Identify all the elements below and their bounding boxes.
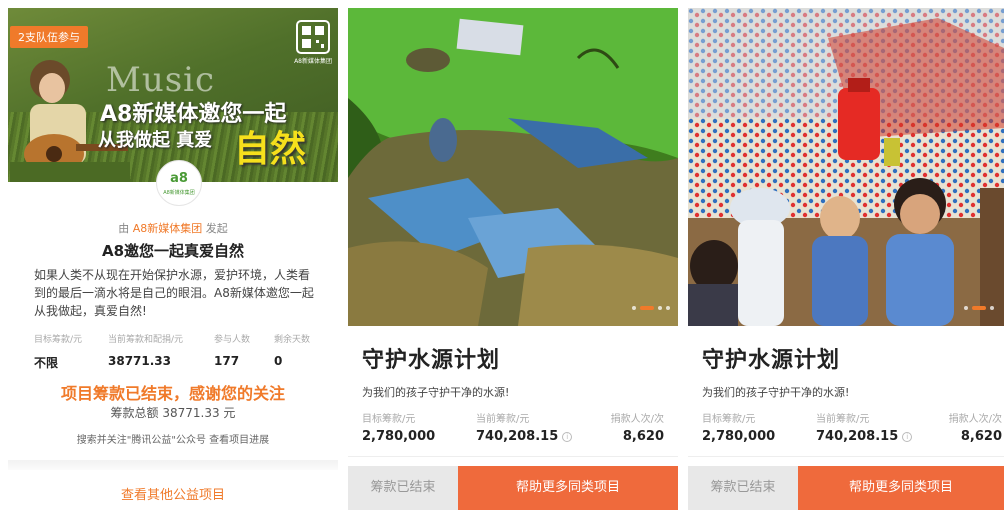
- stat-label: 捐款人次/次: [948, 414, 1002, 425]
- fundraising-ended-message: 项目筹款已结束，感谢您的关注: [60, 384, 285, 403]
- project-title: 守护水源计划: [362, 348, 501, 373]
- stat-label: 参与人数: [214, 335, 251, 345]
- avatar-logo-subtext: A8新媒体集团: [163, 190, 195, 196]
- info-icon[interactable]: i: [562, 432, 573, 442]
- children-bottles-photo[interactable]: [688, 8, 1004, 326]
- stat-target: 目标筹款/元 不限: [34, 332, 82, 371]
- stat-label: 当前筹款/元: [476, 414, 530, 425]
- info-icon[interactable]: i: [902, 432, 913, 442]
- carousel-dot-icon[interactable]: [972, 306, 986, 310]
- stat-value: 0: [274, 354, 283, 368]
- stat-raised: 740,208.15 i: [476, 429, 573, 444]
- project-panel-water-2: 守护水源计划 为我们的孩子守护干净的水源! 目标筹款/元 当前筹款/元 捐款人次…: [688, 0, 1004, 510]
- hero-headline-ziran: 自然: [234, 128, 307, 170]
- polluted-water-image: [348, 8, 678, 326]
- stat-label: 目标筹款/元: [362, 414, 416, 425]
- carousel-dot-icon[interactable]: [632, 306, 636, 310]
- hero-music-text: Music: [106, 60, 216, 100]
- stat-participants: 参与人数 177: [214, 332, 250, 368]
- children-bottle-art-image: [688, 8, 1004, 326]
- carousel-dot-icon[interactable]: [964, 306, 968, 310]
- section-divider: [8, 460, 338, 470]
- sponsor-prefix: 由: [118, 222, 130, 235]
- stat-raised: 当前筹款和配捐/元 38771.33: [108, 332, 183, 368]
- polluted-water-photo[interactable]: [348, 8, 678, 326]
- stat-target-value: 2,780,000: [362, 429, 436, 444]
- section-divider: [348, 456, 678, 457]
- stat-raised-value: 740,208.15: [816, 429, 899, 444]
- fundraising-ended-button[interactable]: 筹款已结束: [688, 466, 798, 510]
- avatar-logo-text: a8: [170, 171, 188, 186]
- carousel-dot-icon[interactable]: [666, 306, 670, 310]
- stat-label: 剩余天数: [274, 335, 311, 345]
- stat-label: 目标筹款/元: [34, 335, 83, 345]
- stat-label: 目标筹款/元: [702, 414, 756, 425]
- project-description: 如果人类不从现在开始保护水源，爱护环境，人类看到的最后一滴水将是自己的眼泪。A8…: [34, 268, 314, 318]
- project-subtitle: 为我们的孩子守护干净的水源!: [702, 386, 850, 399]
- stat-days-left: 剩余天数 0: [274, 332, 310, 368]
- team-count-badge: 2支队伍参与: [10, 26, 88, 48]
- stat-donors-value: 8,620: [960, 429, 1002, 444]
- stat-value: 177: [214, 354, 240, 368]
- help-more-projects-button[interactable]: 帮助更多同类项目: [458, 466, 678, 510]
- qr-code-icon: [296, 20, 330, 54]
- stats-row: 目标筹款/元 不限 当前筹款和配捐/元 38771.33 参与人数 177 剩余…: [34, 332, 324, 372]
- avatar: a8 A8新媒体集团: [156, 160, 202, 206]
- stat-raised: 740,208.15 i: [816, 429, 913, 444]
- follow-hint: 搜索并关注"腾讯公益"公众号 查看项目进展: [76, 435, 270, 446]
- project-title: A8邀您一起真爱自然: [101, 242, 245, 260]
- carousel-dot-icon[interactable]: [658, 306, 662, 310]
- stat-label: 当前筹款和配捐/元: [108, 335, 184, 345]
- hero-headline-2: 从我做起 真爱: [98, 130, 213, 151]
- carousel-dot-icon[interactable]: [640, 306, 654, 310]
- fundraising-total: 筹款总额 38771.33 元: [110, 406, 236, 420]
- stat-donors-value: 8,620: [622, 429, 664, 444]
- hero-banner: 2支队伍参与 A8新媒体集团 Music A8新媒体邀您一起 从我做起 真爱 自…: [8, 8, 338, 182]
- sponsor-suffix: 发起: [205, 222, 228, 235]
- stat-label: 当前筹款/元: [816, 414, 870, 425]
- fundraising-ended-button[interactable]: 筹款已结束: [348, 466, 458, 510]
- project-subtitle: 为我们的孩子守护干净的水源!: [362, 386, 510, 399]
- stat-value: 不限: [34, 356, 59, 370]
- section-divider: [688, 456, 1004, 457]
- sponsor-line: 由 A8新媒体集团 发起: [8, 220, 338, 236]
- more-projects-link[interactable]: 查看其他公益项目: [8, 484, 338, 503]
- stat-target-value: 2,780,000: [702, 429, 776, 444]
- project-panel-a8: 2支队伍参与 A8新媒体集团 Music A8新媒体邀您一起 从我做起 真爱 自…: [8, 0, 338, 510]
- qr-caption: A8新媒体集团: [294, 58, 332, 65]
- project-title: 守护水源计划: [702, 348, 841, 373]
- stat-label: 捐款人次/次: [610, 414, 664, 425]
- carousel-dot-icon[interactable]: [990, 306, 994, 310]
- stat-raised-value: 740,208.15: [476, 429, 559, 444]
- help-more-projects-button[interactable]: 帮助更多同类项目: [798, 466, 1004, 510]
- sponsor-org-link[interactable]: A8新媒体集团: [133, 222, 203, 235]
- project-panel-water-1: 守护水源计划 为我们的孩子守护干净的水源! 目标筹款/元 当前筹款/元 捐款人次…: [348, 0, 678, 510]
- stat-value: 38771.33: [108, 354, 172, 368]
